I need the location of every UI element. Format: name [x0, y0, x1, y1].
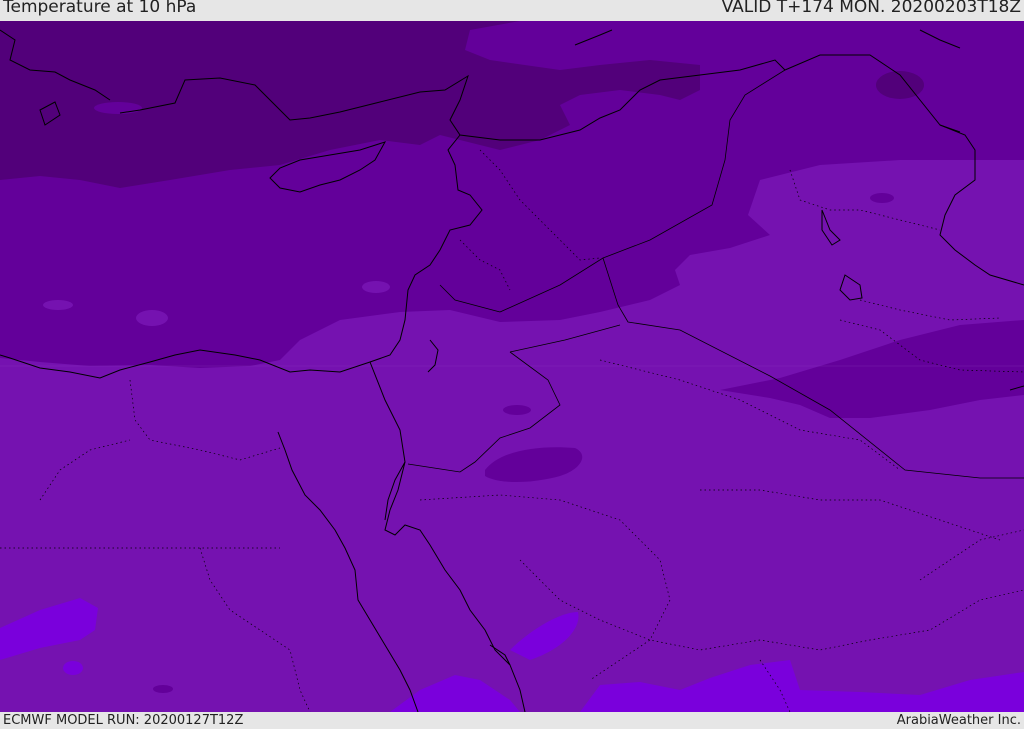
field-medium-spot-2: [136, 310, 168, 326]
map-title: Temperature at 10 hPa: [3, 0, 197, 17]
valid-time: VALID T+174 MON. 20200203T18Z: [721, 0, 1021, 17]
model-run: ECMWF MODEL RUN: 20200127T12Z: [3, 713, 244, 728]
credit: ArabiaWeather Inc.: [896, 713, 1021, 728]
map-header: Temperature at 10 hPa VALID T+174 MON. 2…: [0, 0, 1024, 21]
field-light-spot: [63, 661, 83, 675]
field-dark-spot: [503, 405, 531, 415]
field-dark-spot-3: [870, 193, 894, 203]
field-medium-spot: [43, 300, 73, 310]
field-dark-spot-2: [153, 685, 173, 693]
field-medium-spot-3: [362, 281, 390, 293]
temperature-map[interactable]: [0, 21, 1024, 712]
field-medium-spot-4: [94, 102, 142, 114]
field-darkest-spot-2: [490, 64, 510, 76]
map-footer: ECMWF MODEL RUN: 20200127T12Z ArabiaWeat…: [0, 712, 1024, 729]
map-canvas: [0, 21, 1024, 712]
